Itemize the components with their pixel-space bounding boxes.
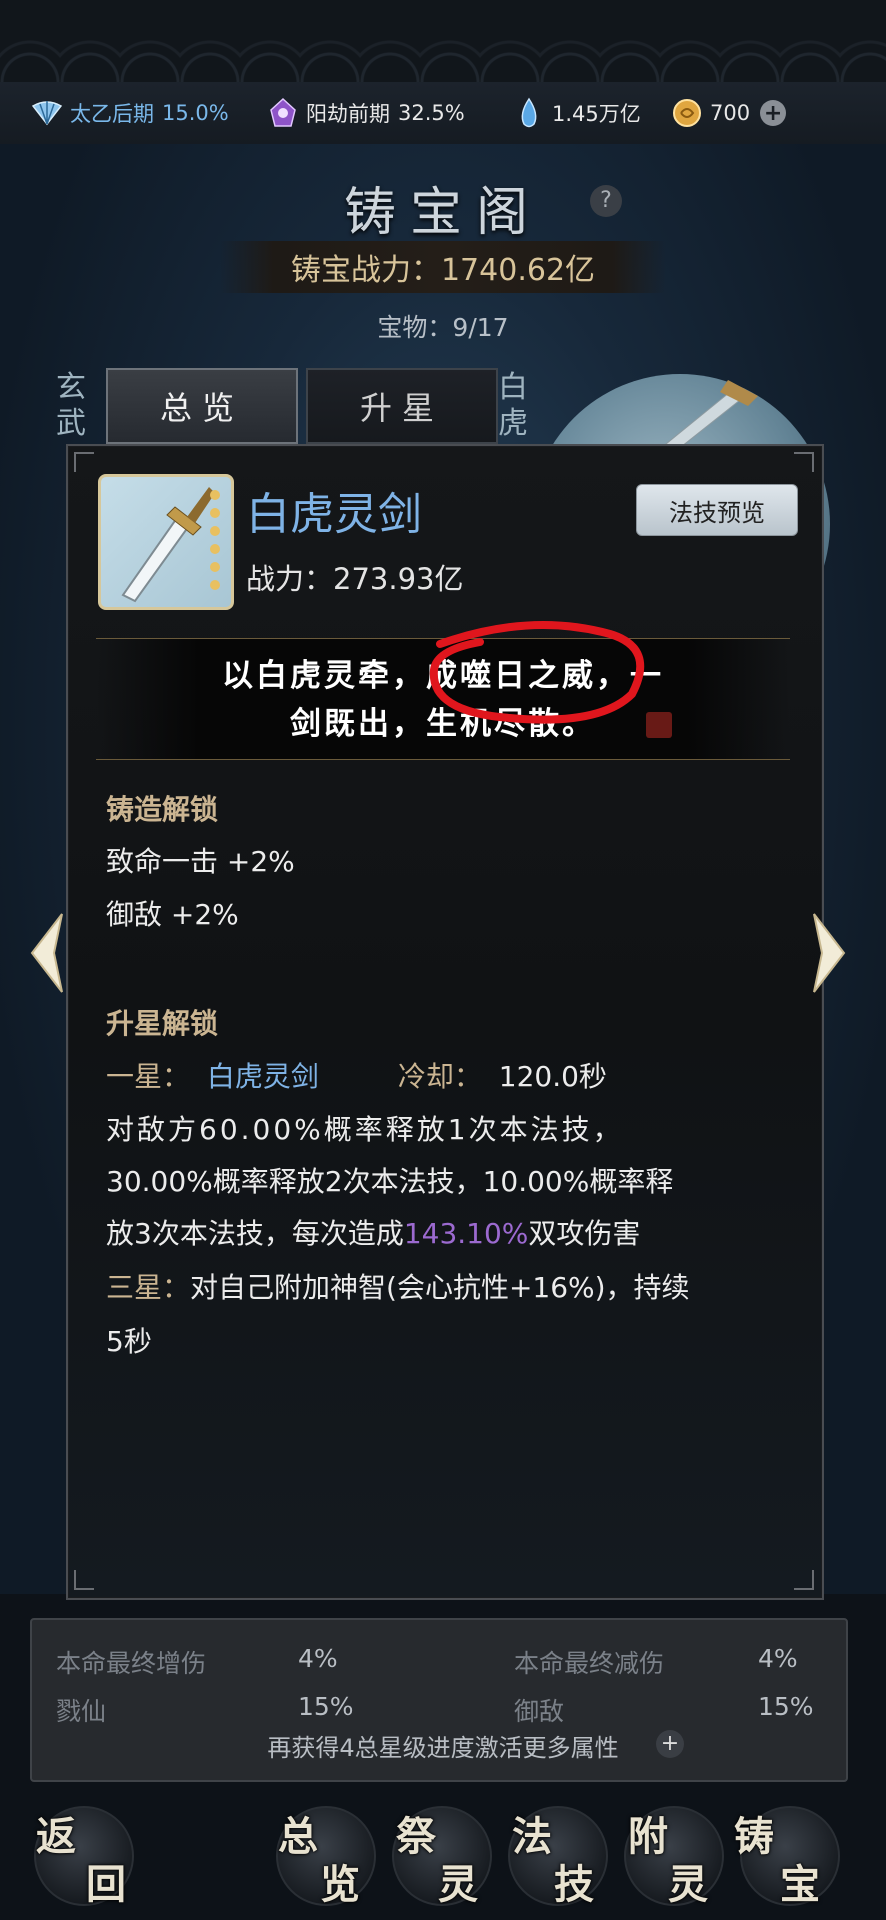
resource-bar: 太乙后期 15.0% 阳劫前期 32.5% 1.45万亿 700 + [0, 82, 886, 145]
bonus-value: 15% [758, 1692, 814, 1721]
forge-unlock-line: 致命一击 +2% [106, 845, 295, 878]
cooldown-label: 冷却： [397, 1060, 482, 1093]
tribulation-progress: 32.5% [398, 101, 465, 125]
prev-item-arrow-icon[interactable] [28, 910, 68, 996]
realm-name: 太乙后期 [70, 102, 154, 126]
panel-corner-decor [794, 1570, 814, 1590]
spirit-amount: 1.45万亿 [552, 102, 641, 126]
panel-corner-decor [74, 452, 94, 472]
nav-sacrifice-char: 祭 [396, 1813, 436, 1860]
three-star-text-cont: 5秒 [106, 1325, 152, 1358]
tribulation-icon [270, 97, 296, 127]
bonus-label: 御敌 [514, 1697, 565, 1726]
skill-preview-button[interactable]: 法技预览 [636, 484, 798, 536]
forge-power-text: 铸宝战力：1740.62亿 [290, 253, 596, 288]
panel-corner-decor [74, 1570, 94, 1590]
back-button-char: 回 [86, 1861, 126, 1908]
nav-skill-char: 技 [554, 1861, 594, 1908]
top-decor-pattern [0, 0, 886, 82]
bonus-value: 4% [298, 1644, 338, 1673]
red-circle-annotation [429, 621, 645, 724]
damage-percent: 143.10% [403, 1217, 529, 1250]
forge-unlock-line: 御敌 +2% [106, 898, 239, 931]
bonus-label: 本命最终减伤 [514, 1649, 665, 1678]
bonus-label: 戮仙 [56, 1697, 107, 1726]
tribulation-name: 阳劫前期 [306, 102, 390, 126]
bonus-note: 再获得4总星级进度激活更多属性 [267, 1734, 619, 1762]
three-star-label: 三星： [106, 1271, 191, 1304]
gold-amount: 700 [710, 101, 751, 125]
treasure-count: 宝物：9/17 [377, 313, 509, 342]
bonus-value: 4% [758, 1644, 798, 1673]
item-name: 白虎灵剑 [246, 489, 422, 540]
resource-tribulation[interactable]: 阳劫前期 32.5% [266, 82, 465, 144]
nav-forge-char: 宝 [780, 1861, 820, 1908]
spirit-drop-icon [521, 97, 537, 128]
three-star-row: 三星：对自己附加神智(会心抗性+16%)，持续 [106, 1266, 690, 1306]
skill-desc-text: 放3次本法技，每次造成 [106, 1217, 404, 1250]
realm-progress: 15.0% [162, 101, 229, 125]
nav-sacrifice-char: 灵 [438, 1861, 478, 1908]
skill-desc-line: 30.00%概率释放2次本法技，10.00%概率释 [106, 1165, 674, 1198]
more-bonus-button[interactable]: + [656, 1730, 684, 1758]
panel-corner-decor [794, 452, 814, 472]
nav-attach-char: 灵 [668, 1861, 708, 1908]
bonus-label: 本命最终增伤 [56, 1649, 207, 1678]
nav-attach-char: 附 [628, 1813, 668, 1860]
help-icon[interactable]: ? [590, 185, 622, 217]
one-star-row: 一星： 白虎灵剑 冷却： 120.0秒 [106, 1055, 607, 1095]
sword-icon [121, 487, 220, 603]
nav-overview-char: 览 [320, 1861, 360, 1908]
star-unlock-heading: 升星解锁 [106, 1007, 219, 1040]
resource-realm[interactable]: 太乙后期 15.0% [30, 82, 229, 144]
page-title: 铸宝阁 [343, 183, 542, 243]
side-label-right: 白虎 [498, 370, 528, 441]
back-button-char: 返 [36, 1813, 76, 1860]
three-star-text: 对自己附加神智(会心抗性+16%)，持续 [190, 1271, 690, 1304]
item-icon-frame[interactable] [98, 474, 234, 610]
skill-name: 白虎灵剑 [206, 1060, 319, 1093]
cooldown-value: 120.0秒 [498, 1060, 607, 1093]
forge-unlock-heading: 铸造解锁 [106, 793, 219, 826]
red-seal-stamp [646, 712, 672, 738]
skill-desc-line: 放3次本法技，每次造成143.10%双攻伤害 [106, 1212, 640, 1252]
side-label-left: 玄武 [56, 370, 86, 441]
nav-forge-char: 铸 [734, 1813, 774, 1860]
gold-coin-icon [673, 99, 701, 127]
nav-overview-char: 总 [278, 1813, 318, 1860]
skill-desc-text: 双攻伤害 [528, 1217, 641, 1250]
one-star-label: 一星： [106, 1060, 191, 1093]
item-power: 战力：273.93亿 [246, 562, 464, 596]
tab-upgrade-star[interactable]: 升星 [306, 368, 498, 444]
nav-skill-char: 法 [512, 1813, 552, 1860]
bonus-value: 15% [298, 1692, 354, 1721]
realm-fan-icon [31, 101, 63, 126]
next-item-arrow-icon[interactable] [808, 910, 848, 996]
add-gold-button[interactable]: + [760, 100, 787, 126]
forge-power-banner: 铸宝战力：1740.62亿 [220, 241, 666, 293]
tab-overview[interactable]: 总览 [106, 368, 298, 444]
skill-desc-line: 对敌方60.00%概率释放1次本法技， [106, 1113, 624, 1146]
resource-spirit[interactable]: 1.45万亿 [512, 82, 641, 144]
resource-gold[interactable]: 700 + [670, 82, 787, 144]
